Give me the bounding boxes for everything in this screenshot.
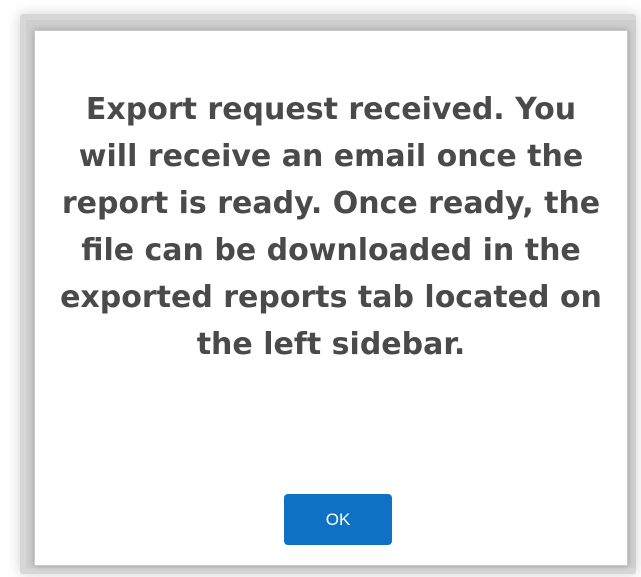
screen: Export request received. You will receiv… (0, 0, 641, 577)
export-confirmation-dialog: Export request received. You will receiv… (34, 30, 628, 566)
dialog-message: Export request received. You will receiv… (60, 92, 602, 362)
ok-button[interactable]: OK (284, 494, 392, 545)
